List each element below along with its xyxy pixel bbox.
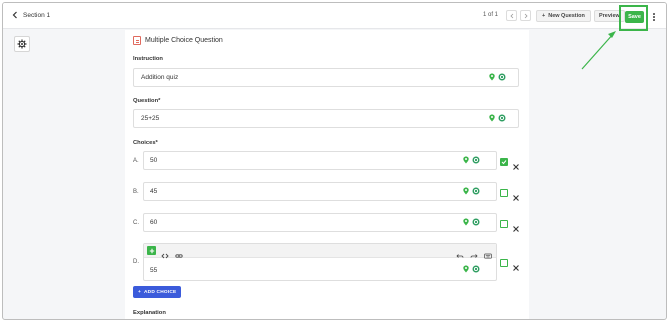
editor-toolbar xyxy=(144,244,496,259)
location-pin-icon[interactable] xyxy=(462,265,470,273)
choice-field-c[interactable]: 60 xyxy=(143,213,497,232)
remove-choice-d-button[interactable] xyxy=(512,259,520,271)
undo-icon xyxy=(456,254,464,258)
location-pin-icon[interactable] xyxy=(462,156,470,164)
remove-choice-a-button[interactable] xyxy=(512,158,520,170)
more-options-icon[interactable] xyxy=(651,11,657,23)
keyboard-icon xyxy=(484,253,492,259)
save-button[interactable]: Save xyxy=(625,11,644,23)
location-pin-icon[interactable] xyxy=(462,187,470,195)
remove-choice-c-button[interactable] xyxy=(512,220,520,232)
previous-question-button[interactable] xyxy=(506,10,517,21)
chevron-left-icon xyxy=(12,11,17,19)
list-icon xyxy=(133,36,141,45)
gear-icon xyxy=(17,39,27,49)
instruction-field[interactable]: Addition quiz xyxy=(133,68,519,87)
choice-value: 55 xyxy=(150,267,158,274)
keyboard-button[interactable] xyxy=(484,247,492,259)
code-icon xyxy=(161,253,169,259)
field-tools[interactable] xyxy=(462,265,480,273)
plus-icon: + xyxy=(542,13,546,19)
question-field[interactable]: 25+25 xyxy=(133,109,519,128)
instruction-value: Addition quiz xyxy=(141,74,179,81)
plus-icon: + xyxy=(138,289,142,295)
explanation-label: Explanation xyxy=(133,310,166,316)
save-label: Save xyxy=(628,14,641,20)
plus-icon xyxy=(149,248,154,253)
image-record-icon[interactable] xyxy=(498,73,506,81)
chevron-right-icon xyxy=(524,13,528,18)
choice-field-b[interactable]: 45 xyxy=(143,182,497,201)
choice-value: 60 xyxy=(150,219,158,226)
app-window: Section 1 1 of 1 + New Question Preview … xyxy=(2,2,667,320)
close-icon xyxy=(513,195,519,201)
location-pin-icon[interactable] xyxy=(488,73,496,81)
add-choice-button[interactable]: + ADD CHOICE xyxy=(133,286,182,298)
new-question-button[interactable]: + New Question xyxy=(536,10,591,22)
choice-field-a[interactable]: 50 xyxy=(143,151,497,170)
field-tools[interactable] xyxy=(462,156,480,164)
field-tools[interactable] xyxy=(488,114,506,122)
field-tools[interactable] xyxy=(462,187,480,195)
insert-button[interactable] xyxy=(147,246,156,255)
question-type-label: Multiple Choice Question xyxy=(145,37,223,44)
question-label: Question* xyxy=(133,98,161,104)
image-record-icon[interactable] xyxy=(472,265,480,273)
next-question-button[interactable] xyxy=(520,10,531,21)
correct-checkbox-c[interactable] xyxy=(500,220,508,228)
question-value: 25+25 xyxy=(141,115,160,122)
undo-button[interactable] xyxy=(456,247,464,258)
choice-value: 50 xyxy=(150,157,158,164)
field-tools[interactable] xyxy=(488,73,506,81)
close-icon xyxy=(513,265,519,271)
code-button[interactable] xyxy=(161,247,169,259)
correct-checkbox-a[interactable] xyxy=(500,158,508,166)
preview-label: Preview xyxy=(599,13,620,19)
remove-choice-b-button[interactable] xyxy=(512,189,520,201)
correct-checkbox-d[interactable] xyxy=(500,259,508,267)
choice-letter: C. xyxy=(133,220,139,226)
settings-button[interactable] xyxy=(14,36,30,52)
link-icon xyxy=(175,254,183,258)
location-pin-icon[interactable] xyxy=(488,114,496,122)
location-pin-icon[interactable] xyxy=(462,218,470,226)
redo-button[interactable] xyxy=(470,247,478,258)
add-choice-label: ADD CHOICE xyxy=(144,289,177,295)
link-button[interactable] xyxy=(175,247,183,258)
choice-letter: D. xyxy=(133,259,139,265)
question-editor-panel: Multiple Choice Question Instruction Add… xyxy=(125,30,529,319)
back-button[interactable]: Section 1 xyxy=(11,11,50,19)
image-record-icon[interactable] xyxy=(472,218,480,226)
new-question-label: New Question xyxy=(548,13,585,19)
image-record-icon[interactable] xyxy=(472,187,480,195)
top-bar: Section 1 1 of 1 + New Question Preview … xyxy=(3,3,666,31)
redo-icon xyxy=(470,254,478,258)
choice-letter: B. xyxy=(133,189,139,195)
page-indicator: 1 of 1 xyxy=(483,12,499,18)
choice-field-d-editor[interactable]: 55 xyxy=(143,243,497,281)
correct-checkbox-b[interactable] xyxy=(500,189,508,197)
image-record-icon[interactable] xyxy=(472,156,480,164)
instruction-label: Instruction xyxy=(133,56,163,62)
field-tools[interactable] xyxy=(462,218,480,226)
choice-letter: A. xyxy=(133,158,139,164)
choice-value: 45 xyxy=(150,188,158,195)
close-icon xyxy=(513,164,519,170)
back-label: Section 1 xyxy=(23,11,51,19)
checkmark-icon xyxy=(501,160,507,165)
question-type-header: Multiple Choice Question xyxy=(133,36,223,45)
choices-label: Choices* xyxy=(133,140,158,146)
image-record-icon[interactable] xyxy=(498,114,506,122)
close-icon xyxy=(513,226,519,232)
chevron-left-icon xyxy=(509,13,513,18)
